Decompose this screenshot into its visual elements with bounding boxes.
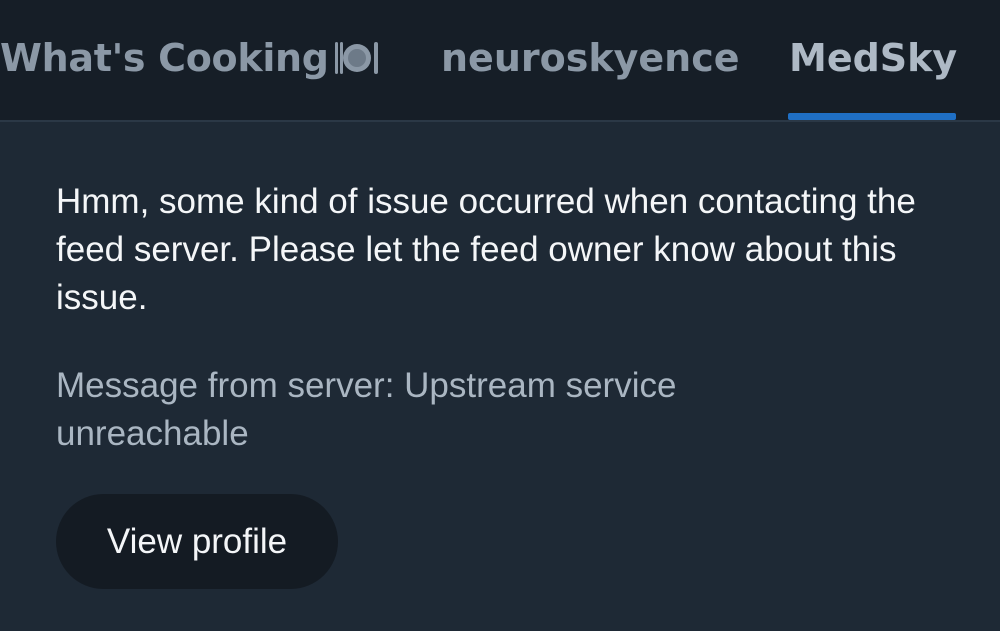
active-tab-indicator: [788, 113, 956, 120]
view-profile-button[interactable]: View profile: [56, 494, 338, 589]
feed-error-panel: Hmm, some kind of issue occurred when co…: [56, 178, 956, 458]
feed-tab-bar: What's Cooking neuroskyence MedSky: [0, 0, 1000, 122]
tab-label: neuroskyence: [441, 36, 740, 80]
plate-cutlery-icon: [333, 36, 381, 74]
tab-medsky[interactable]: MedSky: [789, 32, 957, 84]
server-message: Message from server: Upstream service un…: [56, 366, 677, 453]
error-message: Hmm, some kind of issue occurred when co…: [56, 182, 916, 317]
tab-label: What's Cooking: [0, 36, 329, 80]
tab-label: MedSky: [789, 36, 958, 80]
tab-neuroskyence[interactable]: neuroskyence: [441, 32, 740, 84]
tab-whats-cooking[interactable]: What's Cooking: [0, 32, 381, 84]
